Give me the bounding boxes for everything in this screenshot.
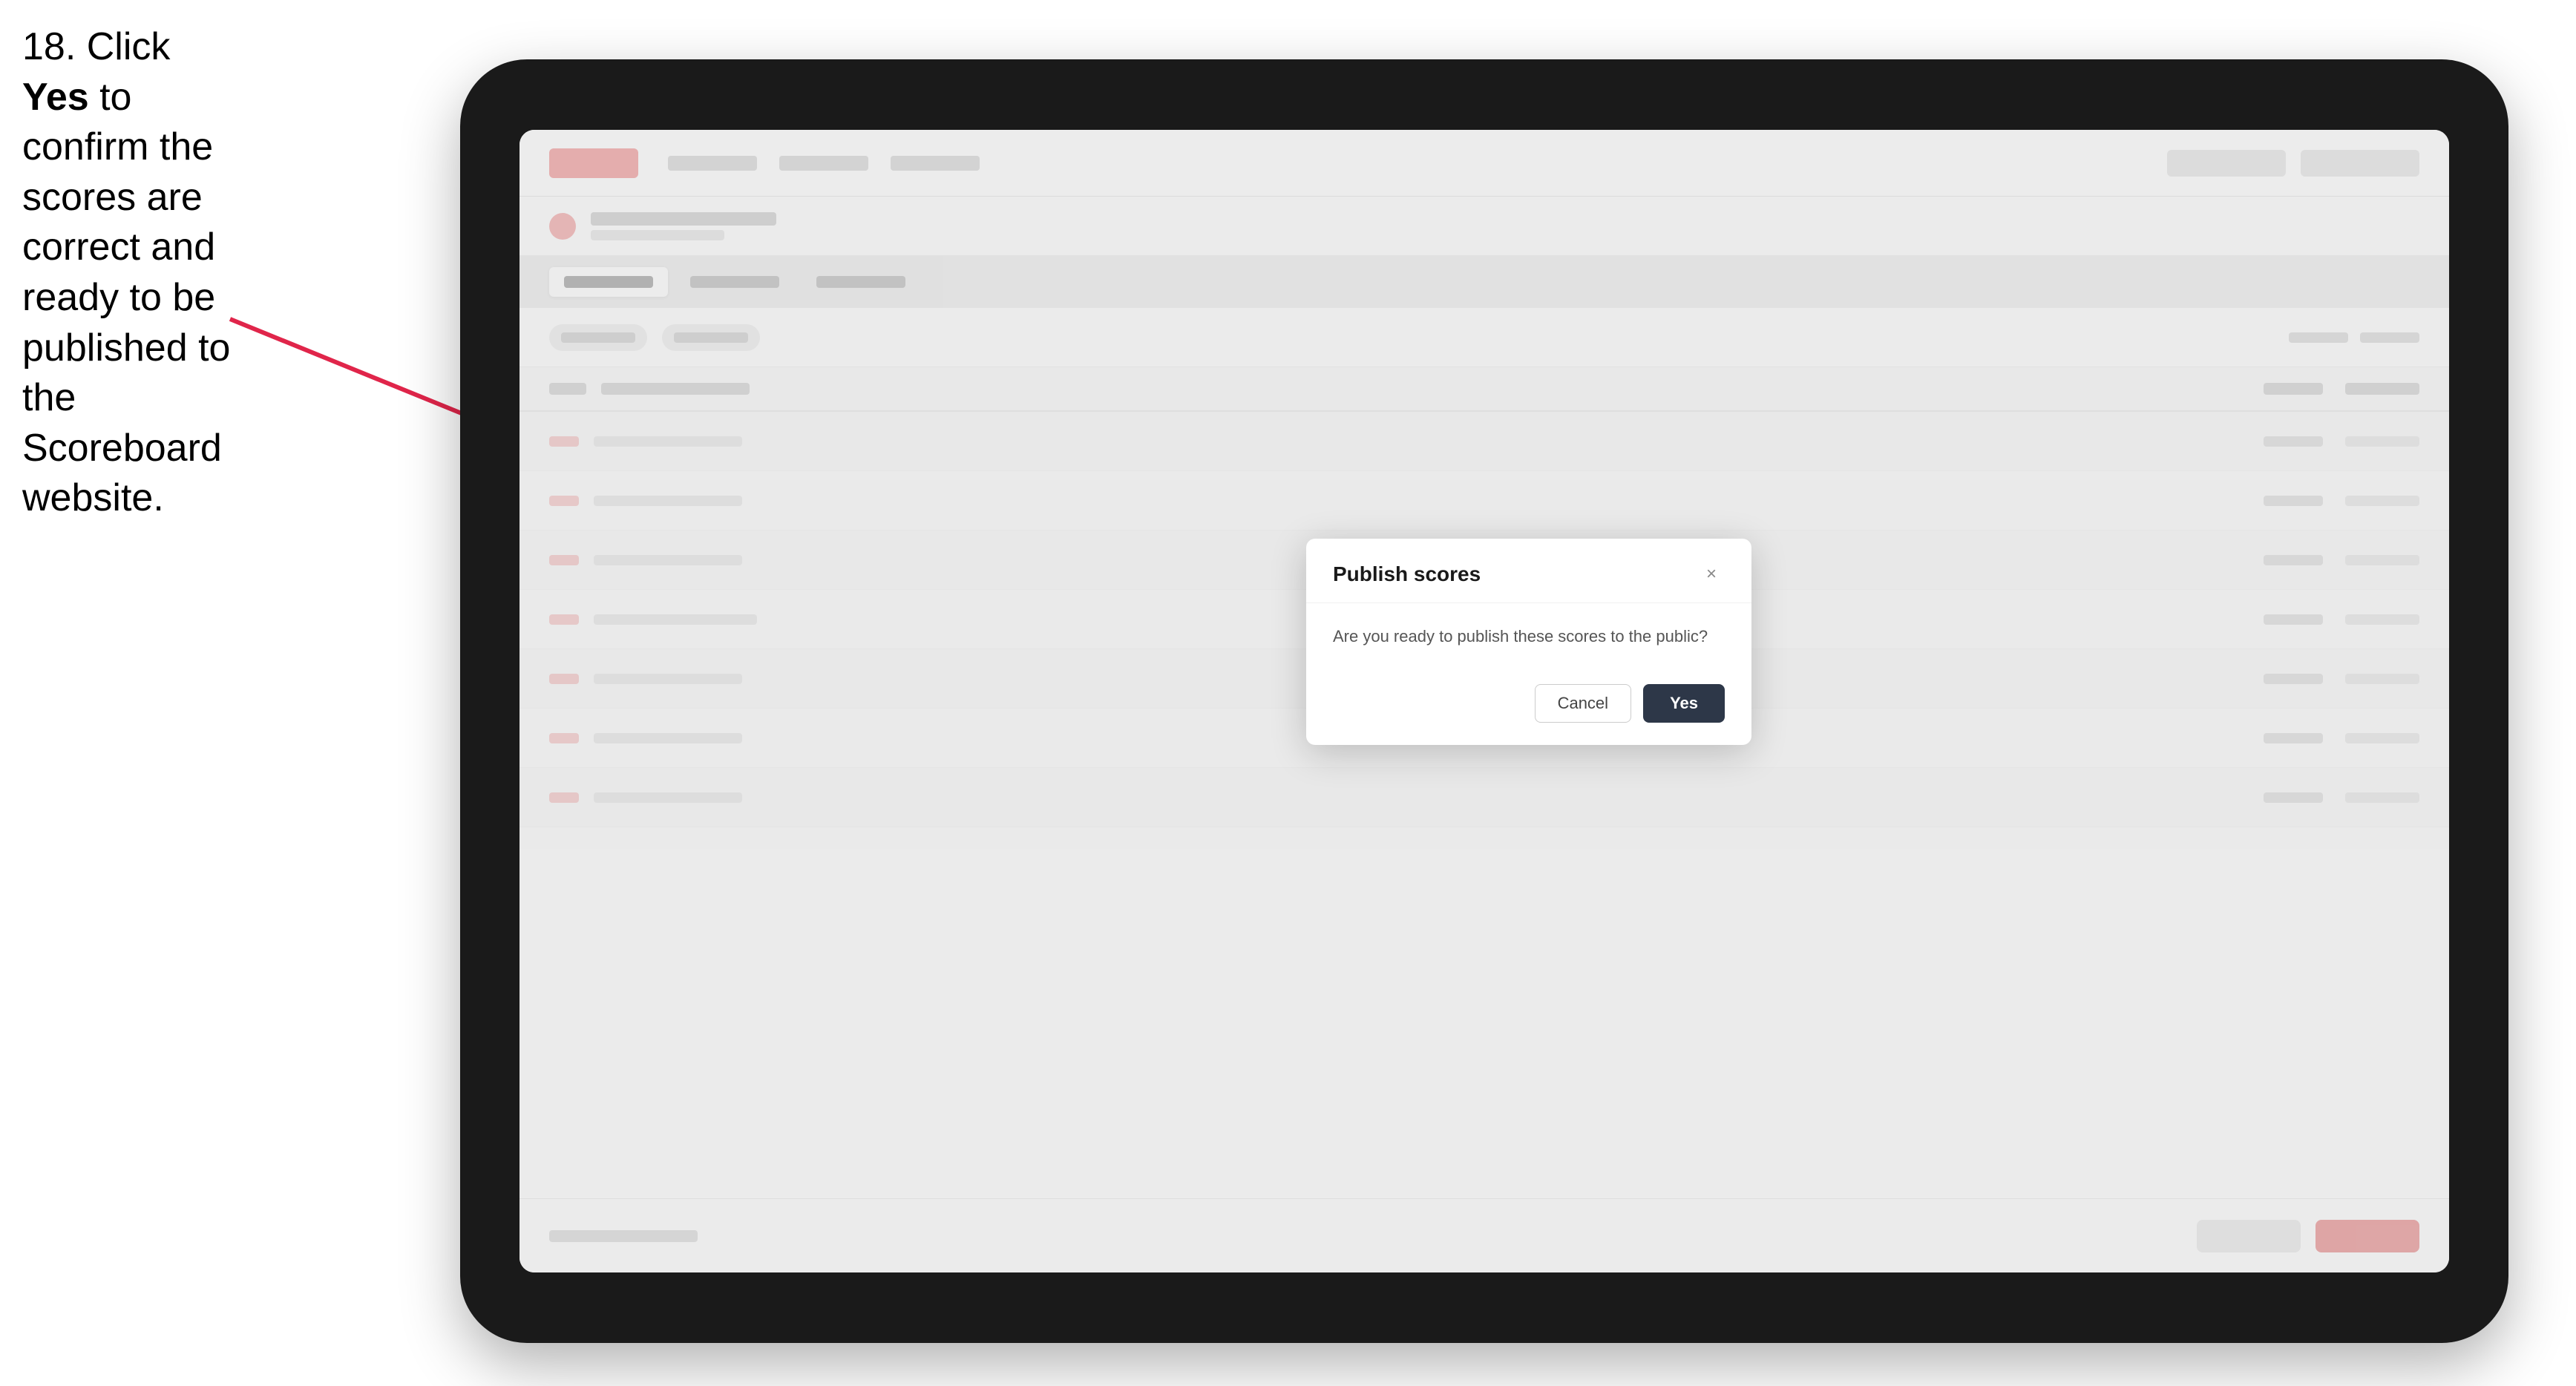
tablet-screen: Publish scores × Are you ready to publis… [520,130,2449,1272]
dialog-body: Are you ready to publish these scores to… [1306,603,1751,669]
dialog-message: Are you ready to publish these scores to… [1333,624,1725,648]
dialog-header: Publish scores × [1306,539,1751,603]
dialog-title: Publish scores [1333,562,1481,586]
publish-scores-dialog: Publish scores × Are you ready to publis… [1306,539,1751,745]
tablet-device: Publish scores × Are you ready to publis… [460,59,2508,1343]
cancel-button[interactable]: Cancel [1535,684,1631,723]
bold-yes: Yes [22,76,89,119]
yes-button[interactable]: Yes [1643,684,1725,723]
modal-overlay: Publish scores × Are you ready to publis… [520,130,2449,1272]
instruction-text: 18. Click Yes to confirm the scores are … [22,22,237,524]
dialog-close-button[interactable]: × [1698,561,1725,588]
step-number: 18. [22,25,76,68]
dialog-footer: Cancel Yes [1306,669,1751,745]
